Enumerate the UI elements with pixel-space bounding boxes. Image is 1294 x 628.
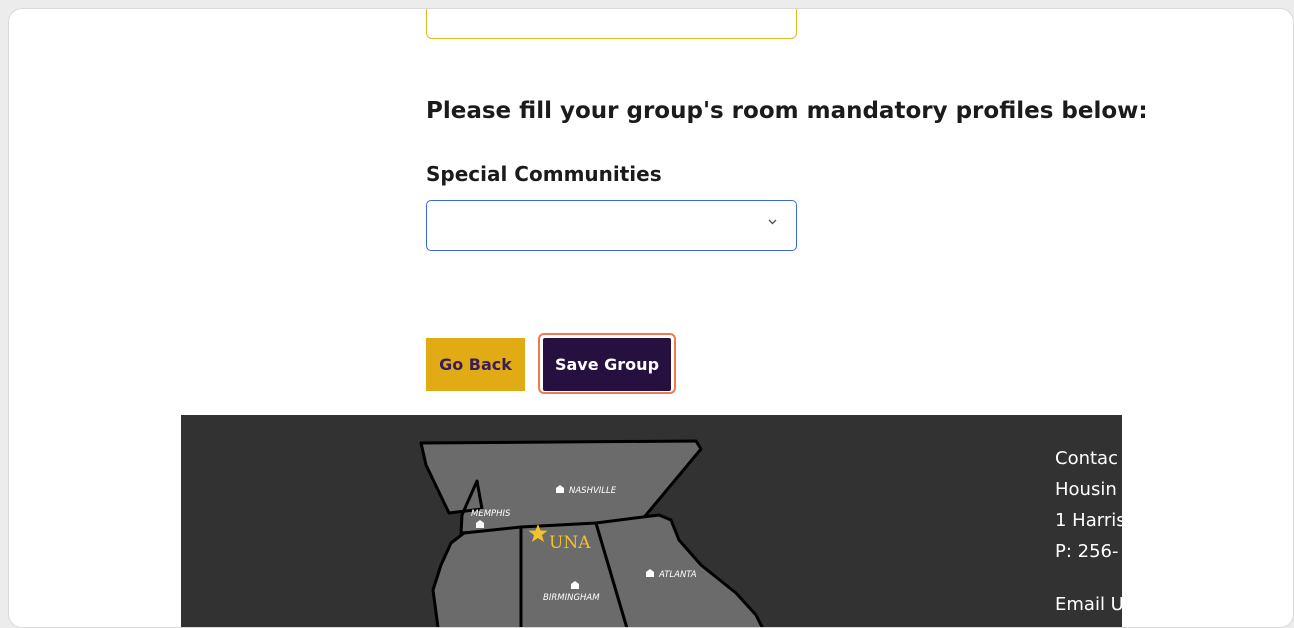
room-profiles-heading: Please fill your group's room mandatory … bbox=[426, 98, 1148, 124]
previous-input-field[interactable] bbox=[426, 9, 797, 39]
map-label-una: UNA bbox=[549, 533, 591, 553]
browser-viewport: Please fill your group's room mandatory … bbox=[8, 8, 1294, 628]
region-map: NASHVILLE MEMPHIS ATLANTA BIRMINGHAM UNA bbox=[419, 439, 764, 627]
special-communities-label: Special Communities bbox=[426, 162, 662, 186]
go-back-button[interactable]: Go Back bbox=[426, 338, 525, 391]
map-region-mississippi bbox=[431, 525, 523, 627]
special-communities-select[interactable] bbox=[426, 200, 797, 251]
contact-line-email[interactable]: Email U bbox=[1055, 589, 1122, 620]
map-label-nashville: NASHVILLE bbox=[569, 486, 617, 496]
map-label-birmingham: BIRMINGHAM bbox=[543, 593, 600, 603]
contact-info: Contac Housin 1 Harris P: 256- Email U bbox=[1055, 443, 1122, 620]
chevron-down-icon bbox=[768, 219, 777, 227]
map-label-atlanta: ATLANTA bbox=[658, 570, 697, 580]
contact-line-department: Housin bbox=[1055, 479, 1117, 500]
save-group-button[interactable]: Save Group bbox=[543, 338, 671, 391]
contact-line-title: Contac bbox=[1055, 448, 1118, 469]
contact-line-address: 1 Harris bbox=[1055, 510, 1122, 531]
contact-line-phone: P: 256- bbox=[1055, 541, 1119, 562]
map-label-memphis: MEMPHIS bbox=[471, 509, 511, 519]
site-footer: NASHVILLE MEMPHIS ATLANTA BIRMINGHAM UNA… bbox=[181, 415, 1122, 627]
